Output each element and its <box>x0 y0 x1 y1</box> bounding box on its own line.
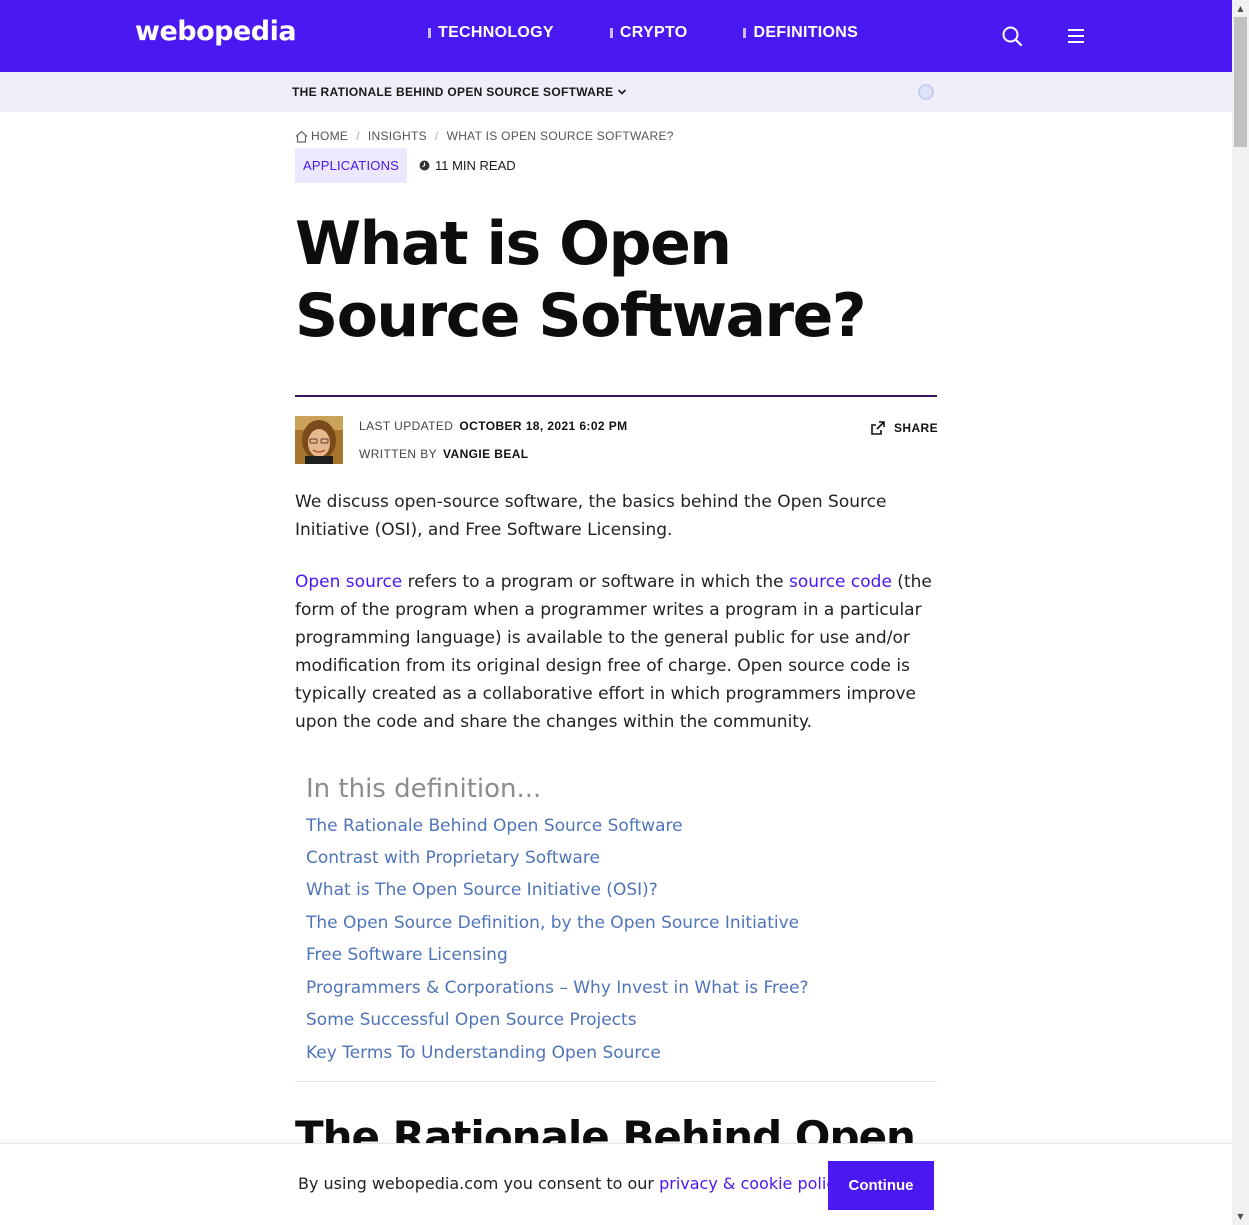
clock-icon <box>419 160 430 171</box>
reading-progress-icon <box>918 84 934 100</box>
home-icon <box>295 130 308 143</box>
nav-label: DEFINITIONS <box>753 24 859 41</box>
nav-definitions[interactable]: DEFINITIONS <box>743 24 858 42</box>
breadcrumb-home[interactable]: HOME <box>311 129 348 143</box>
nav-marker <box>609 28 613 38</box>
share-button[interactable]: SHARE <box>870 420 938 436</box>
share-icon <box>871 421 885 435</box>
nav-crypto[interactable]: CRYPTO <box>609 24 688 42</box>
toc-item[interactable]: Programmers & Corporations – Why Invest … <box>306 978 809 998</box>
intro-paragraph: We discuss open-source software, the bas… <box>295 492 887 540</box>
breadcrumb-current: WHAT IS OPEN SOURCE SOFTWARE? <box>446 129 674 143</box>
section-subbar: THE RATIONALE BEHIND OPEN SOURCE SOFTWAR… <box>0 72 1232 112</box>
hamburger-menu-icon[interactable] <box>1064 24 1088 48</box>
toc-item[interactable]: Contrast with Proprietary Software <box>306 848 600 868</box>
paragraph-text: (the form of the program when a programm… <box>295 572 932 732</box>
read-time: 11 MIN READ <box>419 158 516 173</box>
table-of-contents: In this definition... The Rationale Behi… <box>295 770 937 1082</box>
source-code-link[interactable]: source code <box>789 572 892 592</box>
breadcrumb-separator: / <box>356 129 360 143</box>
paragraph-text: refers to a program or software in which… <box>402 572 790 592</box>
scroll-thumb[interactable] <box>1234 17 1247 147</box>
chevron-down-icon <box>618 89 627 95</box>
last-updated-value: OCTOBER 18, 2021 6:02 PM <box>459 419 628 433</box>
page-title: What is Open Source Software? <box>295 209 867 351</box>
written-by: WRITTEN BY VANGIE BEAL <box>359 447 529 461</box>
last-updated: LAST UPDATED OCTOBER 18, 2021 6:02 PM <box>359 419 628 433</box>
definition-paragraph: Open source refers to a program or softw… <box>295 568 935 736</box>
nav-marker <box>743 28 747 38</box>
scroll-down-arrow-icon[interactable]: ▼ <box>1232 1208 1249 1225</box>
nav-label: CRYPTO <box>619 24 688 41</box>
breadcrumb-insights[interactable]: INSIGHTS <box>368 129 427 143</box>
breadcrumb-separator: / <box>434 129 439 143</box>
share-label: SHARE <box>894 421 939 435</box>
cookie-consent-bar: By using webopedia.com you consent to ou… <box>0 1143 1232 1225</box>
toc-item[interactable]: Free Software Licensing <box>306 945 508 965</box>
author-avatar <box>295 416 343 464</box>
last-updated-label: LAST UPDATED <box>359 419 454 433</box>
breadcrumb: HOME / INSIGHTS / WHAT IS OPEN SOURCE SO… <box>295 129 674 143</box>
category-badge[interactable]: APPLICATIONS <box>295 148 407 183</box>
site-logo[interactable]: webopedia <box>135 16 297 47</box>
privacy-policy-link[interactable]: privacy & cookie policy <box>659 1174 842 1193</box>
written-by-label: WRITTEN BY <box>359 447 437 461</box>
nav-label: TECHNOLOGY <box>438 24 554 41</box>
main-nav: TECHNOLOGY CRYPTO DEFINITIONS <box>428 24 858 42</box>
read-time-label: 11 MIN READ <box>435 158 516 173</box>
nav-marker <box>428 28 431 38</box>
toc-heading: In this definition... <box>306 774 542 804</box>
toc-item[interactable]: What is The Open Source Initiative (OSI)… <box>306 880 658 900</box>
cookie-message: By using webopedia.com you consent to ou… <box>298 1174 847 1193</box>
scroll-up-arrow-icon[interactable]: ▲ <box>1232 0 1249 17</box>
top-navigation-bar: webopedia TECHNOLOGY CRYPTO DEFINITIONS <box>0 0 1232 72</box>
toc-item[interactable]: The Rationale Behind Open Source Softwar… <box>306 816 683 836</box>
continue-button[interactable]: Continue <box>828 1161 934 1210</box>
toc-item[interactable]: The Open Source Definition, by the Open … <box>306 913 799 933</box>
search-icon[interactable] <box>1000 24 1024 48</box>
section-dropdown[interactable]: THE RATIONALE BEHIND OPEN SOURCE SOFTWAR… <box>292 85 627 99</box>
author-name[interactable]: VANGIE BEAL <box>443 447 529 461</box>
cookie-text: By using webopedia.com you consent to ou… <box>298 1174 660 1193</box>
section-dropdown-label: THE RATIONALE BEHIND OPEN SOURCE SOFTWAR… <box>292 85 614 99</box>
title-divider <box>295 395 937 397</box>
open-source-link[interactable]: Open source <box>295 572 402 592</box>
nav-technology[interactable]: TECHNOLOGY <box>428 24 554 42</box>
toc-item[interactable]: Key Terms To Understanding Open Source <box>306 1043 661 1063</box>
toc-item[interactable]: Some Successful Open Source Projects <box>306 1010 637 1030</box>
page-scrollbar[interactable]: ▲ ▼ <box>1232 0 1249 1225</box>
